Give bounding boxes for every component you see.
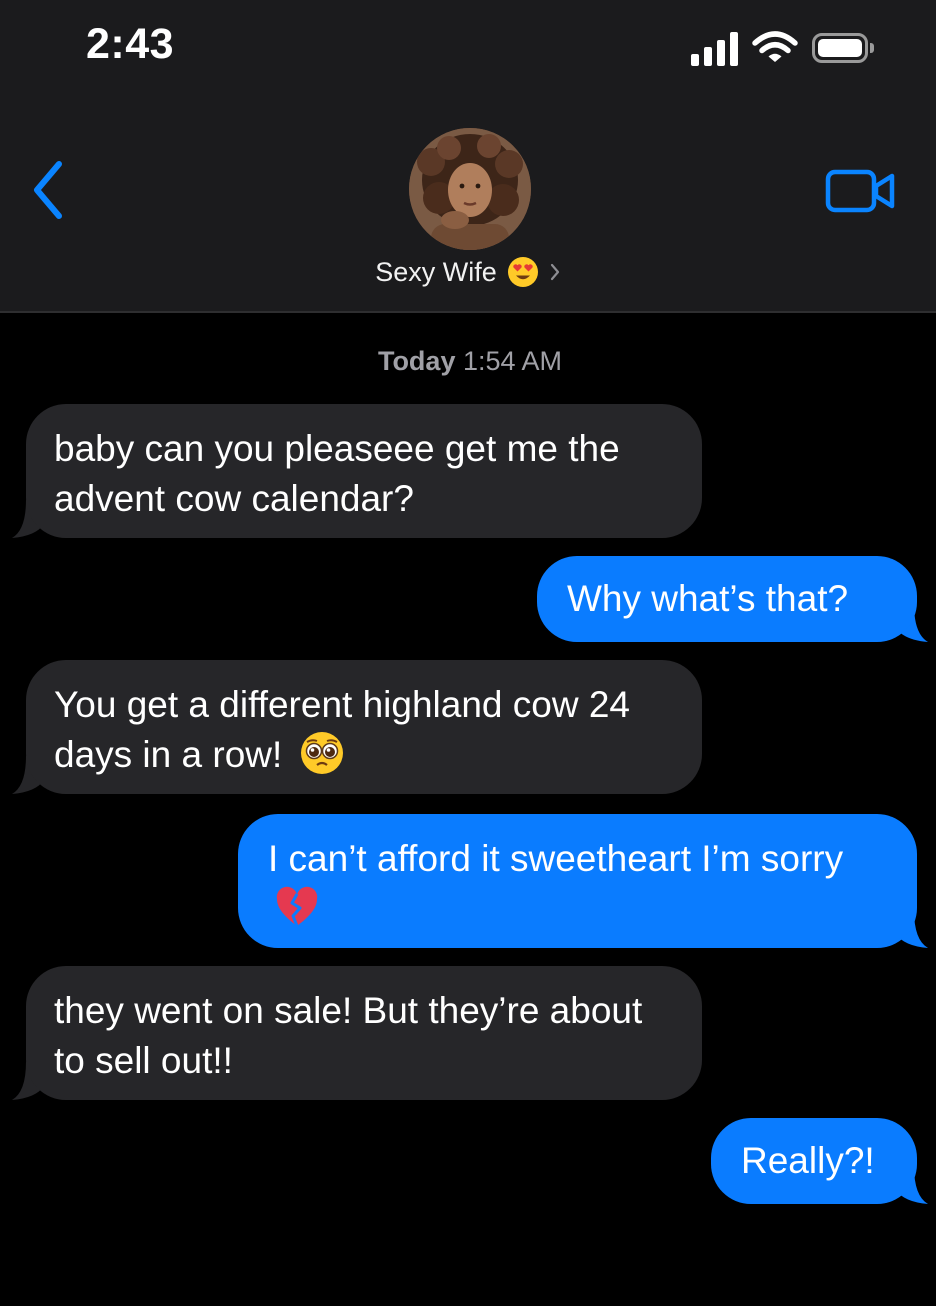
video-call-button[interactable] <box>822 168 898 216</box>
contact-name: Sexy Wife <box>375 256 497 287</box>
message-text: Really?! <box>741 1140 875 1181</box>
chevron-right-icon <box>550 263 559 281</box>
cellular-signal-icon <box>691 30 738 66</box>
message-bubble-incoming[interactable]: they went on sale! But they’re about to … <box>26 966 702 1100</box>
contact-avatar[interactable] <box>409 128 531 250</box>
status-bar-icons <box>691 28 874 68</box>
avatar-photo <box>409 128 531 250</box>
pleading-face-emoji-icon <box>300 732 343 775</box>
wifi-icon <box>752 31 798 62</box>
message-text: Why what’s that? <box>567 578 849 619</box>
contact-name-button[interactable]: Sexy Wife <box>0 256 936 288</box>
message-bubble-incoming[interactable]: baby can you pleaseee get me the advent … <box>26 404 702 538</box>
timestamp-day: Today <box>377 346 456 376</box>
battery-icon <box>812 33 874 63</box>
message-bubble-outgoing[interactable]: I can’t afford it sweetheart I’m sorry <box>238 814 917 948</box>
timestamp-time: 1:54 AM <box>462 346 563 376</box>
message-text: baby can you pleaseee get me the advent … <box>54 428 620 519</box>
heart-eyes-emoji-icon <box>507 257 538 287</box>
message-bubble-outgoing[interactable]: Really?! <box>711 1118 917 1204</box>
message-bubble-outgoing[interactable]: Why what’s that? <box>537 556 917 642</box>
message-text: I can’t afford it sweetheart I’m sorry <box>268 838 844 879</box>
message-bubble-incoming[interactable]: You get a different highland cow 24 days… <box>26 660 702 794</box>
back-button[interactable] <box>28 158 68 222</box>
conversation-timestamp: Today 1:54 AM <box>0 346 936 377</box>
broken-heart-emoji-icon <box>276 887 318 927</box>
message-text: they went on sale! But they’re about to … <box>54 990 643 1081</box>
conversation-header: 2:43 Sexy Wife <box>0 0 936 313</box>
status-bar-time: 2:43 <box>86 20 175 68</box>
